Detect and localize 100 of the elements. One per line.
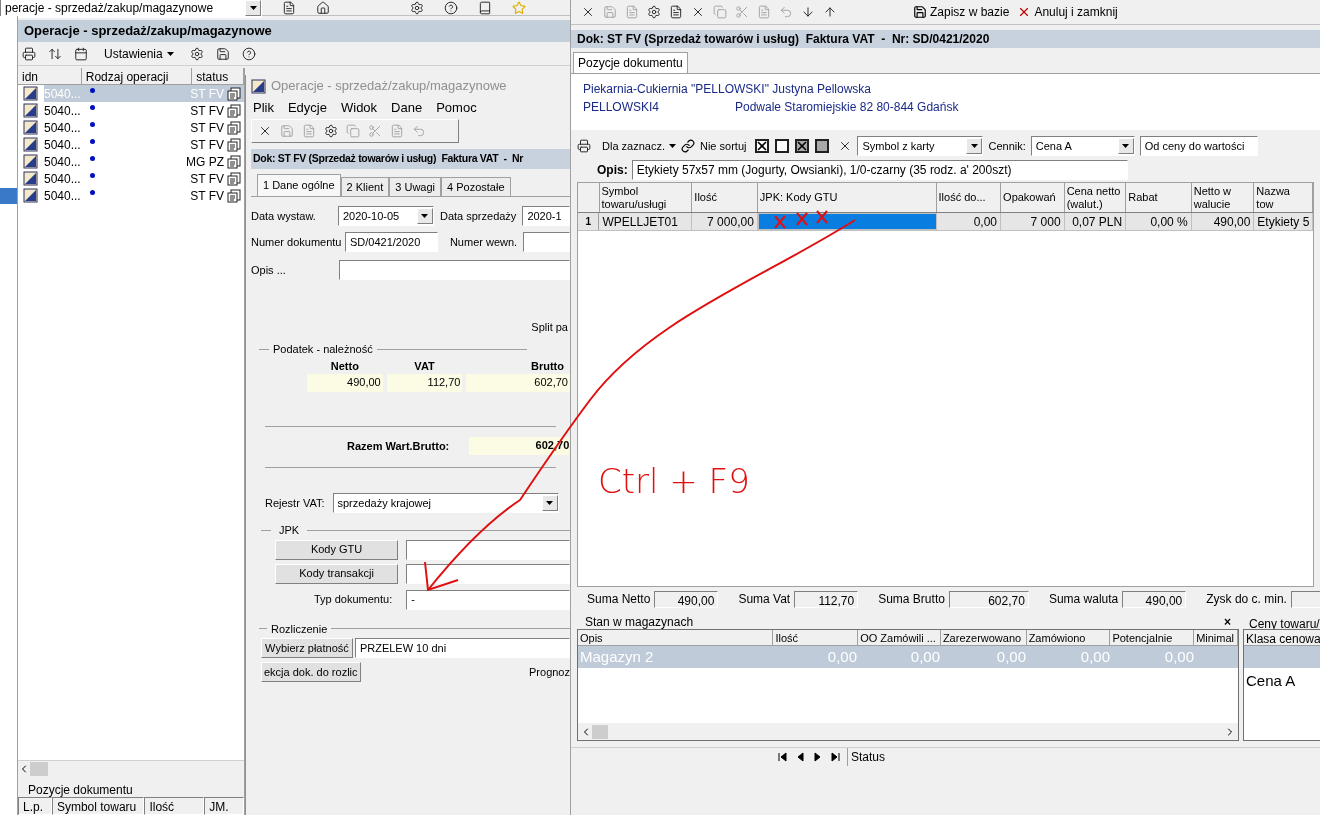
gear-icon[interactable] (189, 46, 204, 61)
close-icon[interactable] (258, 124, 272, 138)
input-field[interactable]: SD/0421/2020 (345, 232, 438, 252)
tab[interactable]: 3 Uwagi (389, 177, 441, 196)
table-cell[interactable]: 7 000 (1001, 213, 1065, 230)
vat-register-dropdown[interactable]: sprzedaży krajowej (332, 493, 559, 513)
help-icon[interactable] (241, 46, 256, 61)
settlement-selection-button[interactable]: ekcja dok. do rozlic (261, 662, 361, 682)
tab[interactable]: 2 Klient (340, 177, 390, 196)
table-cell[interactable]: 7 000,00 (692, 213, 758, 230)
column-header[interactable]: Rabat (1126, 183, 1192, 212)
column-header[interactable]: Rodzaj operacji (81, 68, 193, 84)
tab[interactable]: 4 Pozostałe (441, 177, 511, 196)
input-field[interactable]: Od ceny do wartości (1139, 136, 1258, 156)
list-row[interactable]: 5040... ST FV (44, 170, 244, 187)
gtu-codes-button[interactable]: Kody GTU (275, 539, 399, 560)
horizontal-scrollbar[interactable] (18, 760, 244, 777)
menu-item[interactable]: Widok (341, 98, 378, 118)
column-header[interactable]: Opakowań (1001, 183, 1065, 212)
transaction-codes-button[interactable]: Kody transakcji (275, 563, 399, 584)
date-field[interactable]: 2020-10-05 (337, 206, 434, 226)
column-header[interactable]: Netto w walucie (1191, 183, 1255, 212)
column-header[interactable]: Ilość (773, 630, 859, 645)
symbol-dropdown[interactable]: Symbol z karty (857, 136, 984, 156)
input-field[interactable] (406, 539, 570, 560)
list-row[interactable]: 5040... ST FV (44, 119, 244, 136)
printer-icon[interactable] (22, 46, 36, 61)
column-header[interactable]: status (192, 68, 244, 84)
close-button[interactable]: × (1224, 613, 1231, 631)
printer-icon[interactable] (577, 139, 591, 153)
menu-item[interactable]: Plik (253, 98, 274, 118)
gear-icon[interactable] (647, 5, 661, 19)
save-to-database-button[interactable]: Zapisz w bazie (913, 3, 1010, 21)
tab[interactable]: 1 Dane ogólne (257, 174, 341, 196)
sort-icon[interactable] (48, 46, 62, 61)
checkbox-icon[interactable] (795, 139, 810, 153)
delete-icon[interactable] (691, 5, 705, 19)
column-header[interactable]: Symbol towaru (51, 797, 145, 815)
new-page-icon[interactable] (669, 5, 683, 19)
menu-item[interactable]: Pomoc (436, 98, 477, 118)
close-icon[interactable] (581, 5, 595, 19)
list-row[interactable]: 5040... ST FV (44, 187, 244, 204)
input-field[interactable]: PRZELEW 10 dni (354, 638, 570, 658)
column-header[interactable]: Potencjalnie (1110, 630, 1195, 645)
table-cell[interactable]: Etykiety 5 (1254, 213, 1313, 230)
column-header[interactable]: Zamówiono (1026, 630, 1111, 645)
input-field[interactable] (523, 232, 570, 252)
list-row[interactable]: 5040... ST FV (44, 136, 244, 153)
input-field[interactable] (406, 563, 570, 584)
home-icon[interactable] (316, 0, 330, 15)
book-icon[interactable] (478, 0, 492, 15)
column-header[interactable]: L.p. (18, 797, 52, 815)
gear-icon[interactable] (410, 0, 424, 15)
column-header[interactable]: JPK: Kody GTU (757, 183, 937, 212)
input-field[interactable]: Etykiety 57x57 mm (Jogurty, Owsianki), 1/0-czarny (35 rodz. a' 200szt) (631, 160, 1128, 180)
column-header[interactable]: Ilość do... (936, 183, 1002, 212)
column-header[interactable]: JM. (204, 797, 244, 815)
calendar-icon[interactable] (74, 46, 88, 61)
table-cell[interactable]: 0,00 (936, 213, 1002, 230)
column-header[interactable]: Ilość (692, 183, 758, 212)
column-header[interactable]: Opis (578, 630, 774, 645)
table-cell[interactable] (757, 213, 937, 230)
date-field[interactable]: 2020-1 (522, 206, 570, 226)
help-icon[interactable] (444, 0, 458, 15)
table-cell[interactable]: 490,00 (1191, 213, 1255, 230)
table-cell[interactable]: 0,07 PLN (1064, 213, 1127, 230)
input-field[interactable] (339, 260, 570, 280)
navigation-icon[interactable] (831, 751, 841, 762)
column-header[interactable]: idn (18, 68, 82, 84)
document-icon[interactable] (282, 0, 296, 15)
input-field[interactable]: - (406, 589, 570, 610)
menu-item[interactable]: Edycje (287, 98, 327, 118)
module-dropdown[interactable]: peracje - sprzedaż/zakup/magazynowe (0, 0, 262, 18)
column-header[interactable]: Klasa cenowa (1244, 630, 1320, 646)
settings-dropdown[interactable]: Ustawienia (100, 44, 178, 63)
column-header[interactable]: OO Zamówili ... (858, 630, 941, 645)
table-cell[interactable]: 0,00 % (1126, 213, 1192, 230)
choose-payment-button[interactable]: Wybierz płatność (261, 638, 353, 658)
column-header[interactable]: Ilość (144, 797, 205, 815)
cancel-close-button[interactable]: Anuluj i zamknij (1017, 3, 1118, 21)
list-row[interactable]: 5040... MG PZ (44, 153, 244, 170)
scrollbar-thumb[interactable] (30, 762, 48, 776)
navigation-icon[interactable] (813, 751, 823, 762)
scrollbar-thumb[interactable] (592, 724, 608, 739)
mark-dropdown[interactable]: Dla zaznacz. (602, 137, 676, 155)
checkbox-icon[interactable] (775, 139, 790, 153)
checkbox-icon[interactable] (755, 139, 770, 153)
save-icon[interactable] (215, 46, 230, 61)
list-row[interactable]: 5040... ST FV (44, 102, 244, 119)
checkbox-icon[interactable] (815, 139, 830, 153)
column-header[interactable]: Symbol towaru/usługi (599, 183, 693, 212)
horizontal-scrollbar[interactable] (578, 723, 1238, 740)
tab[interactable]: Pozycje dokumentu (573, 52, 688, 73)
table-cell[interactable]: WPELLJET01 (599, 213, 693, 230)
navigation-icon[interactable] (777, 751, 787, 762)
column-header[interactable]: Cena netto (walut.) (1064, 183, 1127, 212)
column-header[interactable]: Zarezerwowano (940, 630, 1027, 645)
menu-item[interactable]: Dane (391, 98, 423, 118)
star-icon[interactable] (512, 0, 526, 15)
gear-icon[interactable] (324, 124, 338, 138)
